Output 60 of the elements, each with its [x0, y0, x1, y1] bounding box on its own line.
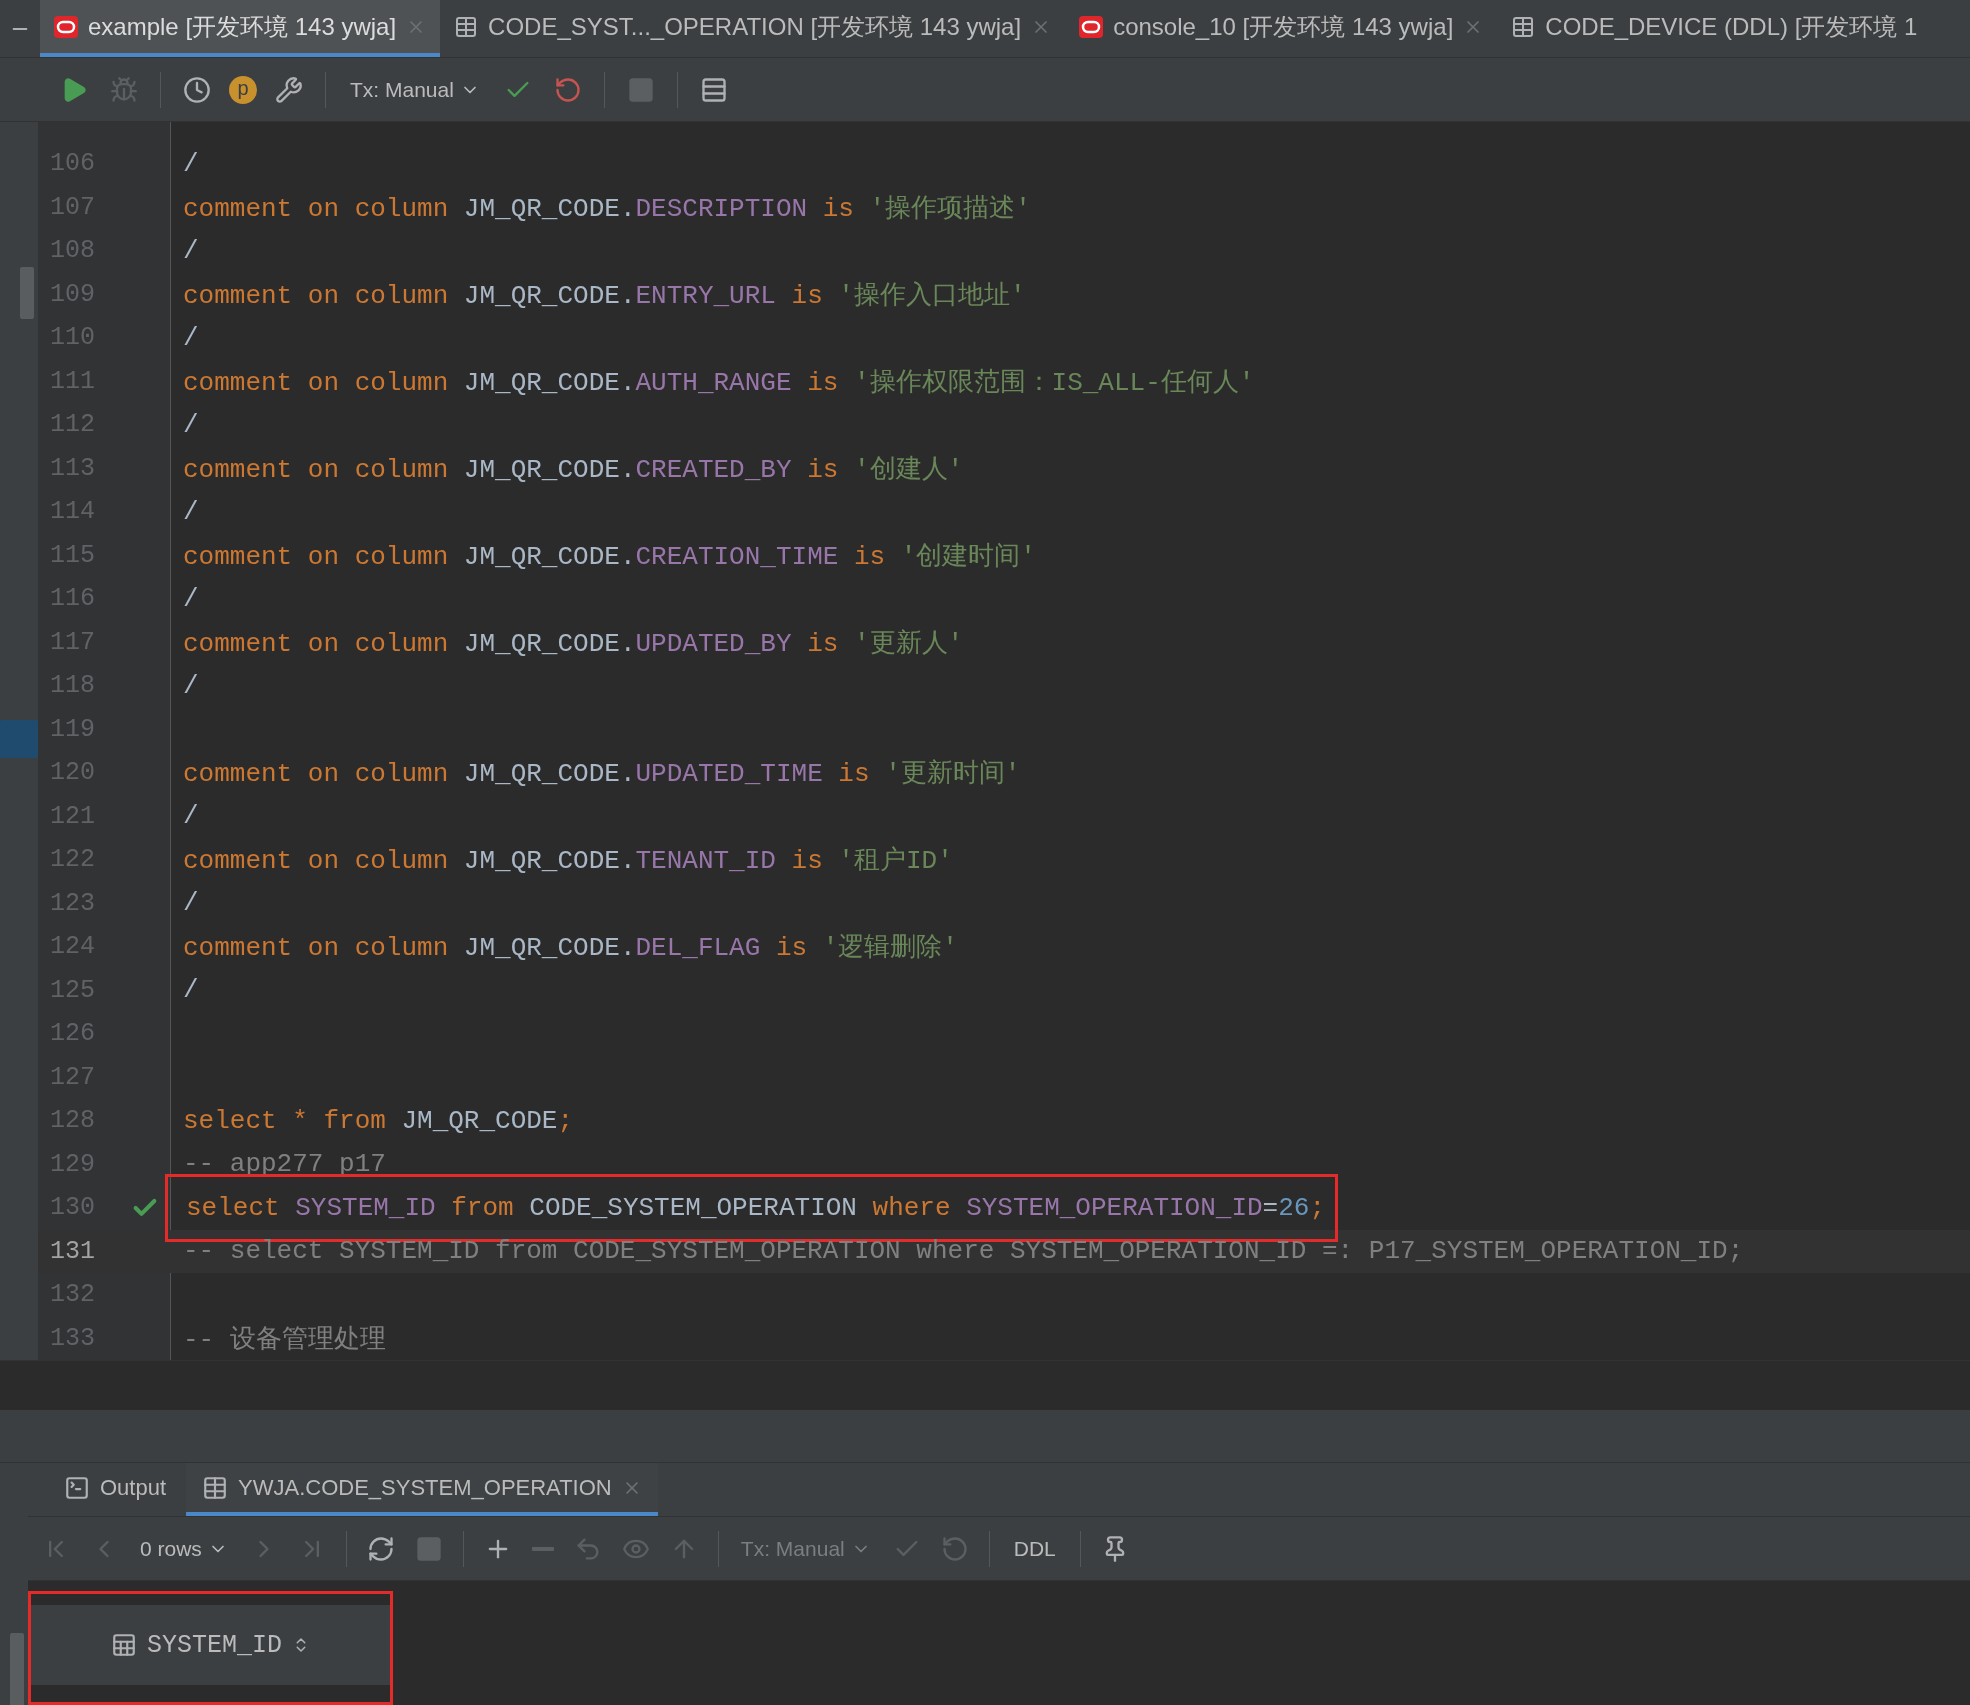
code-line: /	[183, 583, 199, 614]
code-line: /	[183, 975, 199, 1006]
code-line: comment on column JM_QR_CODE.TENANT_ID is '租户ID'	[183, 845, 953, 878]
wrench-icon	[275, 75, 303, 104]
code-line: /	[183, 148, 199, 179]
code-line: /	[183, 322, 199, 353]
undo-icon	[553, 75, 582, 104]
editor-tab[interactable]: CODE_SYST..._OPERATION [开发环境 143 ywja]	[440, 0, 1066, 57]
code-line: comment on column JM_QR_CODE.CREATED_BY is '创建人'	[183, 453, 964, 486]
clock-icon	[183, 75, 211, 104]
tab-label: Output	[100, 1474, 167, 1501]
code-line: /	[183, 670, 199, 701]
editor-tab[interactable]: CODE_DEVICE (DDL) [开发环境 1	[1497, 0, 1932, 57]
profile-button[interactable]: p	[229, 75, 257, 104]
panel-tab[interactable]: Output	[48, 1463, 183, 1516]
editor-tab[interactable]: console_10 [开发环境 143 ywja]	[1065, 0, 1498, 57]
dropdown[interactable]: 0 rows	[134, 1532, 234, 1565]
code-line: comment on column JM_QR_CODE.UPDATED_BY is '更新人'	[183, 627, 964, 660]
stop-icon	[626, 75, 655, 104]
code-line: comment on column JM_QR_CODE.DEL_FLAG is '逻辑删除'	[183, 932, 958, 965]
column-icon	[111, 1632, 137, 1658]
tab-label: CODE_DEVICE (DDL) [开发环境 1	[1545, 11, 1918, 42]
console-icon	[64, 1474, 90, 1501]
tab-label: CODE_SYST..._OPERATION [开发环境 143 ywja]	[488, 11, 1022, 42]
code-line: comment on column JM_QR_CODE.AUTH_RANGE is '操作权限范围：IS_ALL-任何人'	[183, 366, 1255, 399]
undo-icon	[940, 1534, 969, 1563]
code-line: /	[183, 801, 199, 832]
line-number: 131	[49, 1236, 96, 1266]
dropdown[interactable]: Tx: Manual	[344, 73, 486, 106]
table-icon	[1511, 14, 1536, 39]
tab-label: YWJA.CODE_SYSTEM_OPERATION	[238, 1474, 612, 1501]
column-label: SYSTEM_ID	[147, 1630, 283, 1660]
gutter-marker	[0, 720, 38, 758]
code-line: -- 设备管理处理	[183, 1323, 386, 1356]
scrollbar-thumb[interactable]	[20, 267, 34, 319]
table-icon	[454, 14, 479, 39]
code-line: select * from JM_QR_CODE;	[183, 1105, 574, 1136]
tab-label: console_10 [开发环境 143 ywja]	[1113, 11, 1454, 42]
splitter-bar[interactable]	[0, 1410, 1970, 1463]
code-line: comment on column JM_QR_CODE.ENTRY_URL is '操作入口地址'	[183, 279, 1026, 312]
stop-icon	[414, 1534, 443, 1563]
code-line: /	[183, 888, 199, 919]
table-icon	[202, 1474, 229, 1501]
database-icon	[1079, 15, 1104, 38]
code-line: comment on column JM_QR_CODE.DESCRIPTION is '操作项描述'	[183, 192, 1031, 225]
code-line: /	[183, 496, 199, 527]
rows-icon	[699, 75, 728, 104]
bug-icon	[110, 75, 138, 104]
database-icon	[54, 15, 78, 38]
code-line: comment on column JM_QR_CODE.CREATION_TIME is '创建时间'	[183, 540, 1036, 573]
tab-label: example [开发环境 143 ywja]	[88, 11, 397, 42]
scrollbar-thumb[interactable]	[10, 1633, 24, 1705]
column-header[interactable]: SYSTEM_ID	[28, 1591, 394, 1705]
editor-tab[interactable]: example [开发环境 143 ywja]	[40, 0, 441, 57]
code-line: /	[183, 235, 199, 266]
code-line: comment on column JM_QR_CODE.UPDATED_TIME is '更新时间'	[183, 758, 1021, 791]
ddl-button[interactable]: DDL	[1005, 1532, 1064, 1565]
refresh-icon	[366, 1534, 395, 1563]
remove-icon	[531, 1546, 554, 1551]
code-line: /	[183, 409, 199, 440]
